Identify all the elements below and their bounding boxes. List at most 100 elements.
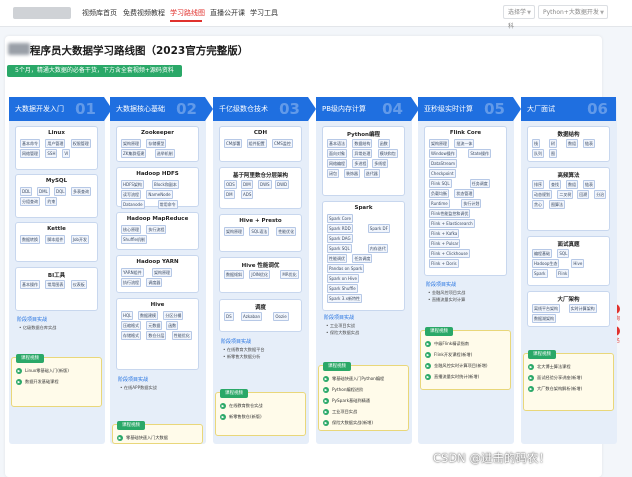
topic-tag[interactable]: 队列: [532, 149, 544, 158]
topic-tag[interactable]: 函数: [377, 139, 390, 148]
topic-tag[interactable]: 负载均衡: [429, 189, 449, 198]
topic-tag[interactable]: Flink: [556, 269, 570, 278]
topic-tag[interactable]: 基本语法: [327, 139, 347, 148]
topic-tag[interactable]: 架构原理: [121, 139, 141, 148]
topic-tag[interactable]: DWS: [258, 180, 272, 189]
topic-tag[interactable]: 网络管理: [20, 149, 40, 158]
topic-tag[interactable]: 分区分桶: [163, 311, 184, 320]
topic-tag[interactable]: 存储格式: [121, 331, 141, 340]
topic-tag[interactable]: SSH: [45, 149, 58, 158]
topic-tag[interactable]: 图: [549, 149, 557, 158]
topic-tag[interactable]: 多表查询: [71, 187, 91, 196]
topic-tag[interactable]: 二叉树: [557, 190, 574, 199]
course-item[interactable]: ▶ 零基础快速入门Python编程: [323, 376, 384, 382]
topic-tag[interactable]: 数据转换: [20, 235, 40, 244]
project-item[interactable]: 直播流量实时计算: [428, 297, 466, 303]
topic-tag[interactable]: 压缩格式: [121, 321, 141, 330]
project-item[interactable]: 新零售大数据分析: [223, 354, 261, 360]
topic-tag[interactable]: DML: [37, 187, 50, 196]
topic-tag[interactable]: 查找: [549, 180, 561, 189]
topic-tag[interactable]: 组件配置: [246, 139, 267, 148]
topic-tag[interactable]: 装饰器: [344, 169, 360, 178]
topic-tag[interactable]: DS: [224, 312, 234, 321]
topic-tag[interactable]: 数组: [566, 139, 578, 148]
topic-tag[interactable]: Spark DAG: [327, 234, 353, 243]
topic-tag[interactable]: 动态规划: [532, 190, 552, 199]
course-item[interactable]: ▶ 零基础快速入门大数据: [117, 435, 168, 441]
topic-tag[interactable]: 存储模型: [146, 139, 167, 148]
nav-video-home[interactable]: 视频库首页: [82, 8, 117, 18]
topic-tag[interactable]: YARN组件: [121, 268, 144, 277]
nav-live-classes[interactable]: 直播公开课: [210, 8, 245, 18]
topic-tag[interactable]: 约束: [45, 197, 58, 206]
topic-tag[interactable]: Azkaban: [241, 312, 263, 321]
topic-tag[interactable]: 离线平台架构: [532, 304, 560, 313]
topic-tag[interactable]: 执行流程: [121, 278, 141, 287]
topic-tag[interactable]: Hadoop生态: [532, 259, 560, 268]
topic-tag[interactable]: 链表: [583, 180, 595, 189]
project-item[interactable]: 工业项目实战: [326, 323, 355, 329]
course-item[interactable]: ▶ Python编程进阶: [323, 387, 363, 393]
topic-tag[interactable]: 架构原理: [224, 227, 244, 236]
topic-tag[interactable]: Spark SQL: [327, 244, 352, 253]
project-item[interactable]: 保险大数据实战: [326, 330, 359, 336]
topic-tag[interactable]: ZK集群搭建: [121, 149, 147, 158]
topic-tag[interactable]: Shuffle机制: [121, 235, 147, 244]
topic-tag[interactable]: 基本操作: [20, 280, 40, 289]
topic-tag[interactable]: Spark Shuffle: [327, 284, 358, 293]
topic-tag[interactable]: 权限管理: [70, 139, 91, 148]
topic-tag[interactable]: Pandas on Spark: [327, 264, 365, 273]
topic-tag[interactable]: NameNode: [146, 190, 173, 199]
course-item[interactable]: ▶ PySpark基础到精通: [323, 398, 370, 404]
course-item[interactable]: ▶ 工业项目实战: [323, 409, 357, 415]
topic-tag[interactable]: DQL: [54, 187, 67, 196]
site-logo[interactable]: [13, 7, 71, 19]
course-item[interactable]: ▶ 北大博士算法课程: [528, 364, 571, 370]
topic-tag[interactable]: 基本命令: [20, 139, 40, 148]
topic-tag[interactable]: Datanode: [121, 200, 145, 209]
topic-tag[interactable]: 任务调度: [469, 179, 490, 188]
topic-tag[interactable]: 排序: [532, 180, 544, 189]
course-item[interactable]: ▶ 面试经验分享讲座(新增): [528, 375, 582, 381]
topic-tag[interactable]: 性能优化: [171, 331, 192, 340]
topic-tag[interactable]: 链表: [583, 139, 595, 148]
topic-tag[interactable]: VI: [62, 149, 71, 158]
topic-tag[interactable]: 用户管理: [45, 139, 66, 148]
topic-tag[interactable]: Spark: [532, 269, 548, 278]
topic-tag[interactable]: 仪表板: [70, 280, 87, 289]
course-item[interactable]: ▶ 在线教育数仓实战: [220, 403, 263, 409]
topic-tag[interactable]: SQL语法: [249, 227, 270, 236]
topic-tag[interactable]: Spark Core: [327, 214, 354, 223]
course-item[interactable]: ▶ 大厂数仓架构解析(新增): [528, 386, 582, 392]
course-item[interactable]: ▶ 直播流量实时统计(新增): [425, 374, 479, 380]
course-item[interactable]: ▶ 中级Flink精读指南: [425, 341, 469, 347]
course-item[interactable]: ▶ Linux零基础入门(新版): [16, 368, 69, 374]
topic-tag[interactable]: Job开发: [70, 235, 89, 244]
topic-tag[interactable]: 模块和包: [377, 149, 398, 158]
nav-learning-tools[interactable]: 学习工具: [250, 8, 278, 18]
topic-tag[interactable]: DataStream: [429, 159, 458, 168]
project-item[interactable]: 在线APP数据实战: [120, 385, 157, 391]
topic-tag[interactable]: Spark DF: [367, 224, 390, 233]
topic-tag[interactable]: State操作: [468, 149, 491, 158]
topic-tag[interactable]: 核心原理: [121, 225, 141, 234]
topic-tag[interactable]: Spark on Hive: [327, 274, 359, 283]
course-item[interactable]: ▶ 数据开发基础课程: [16, 379, 59, 385]
topic-tag[interactable]: 数据湖架构: [532, 314, 556, 323]
topic-tag[interactable]: Flink + Doris: [429, 259, 459, 268]
topic-tag[interactable]: Flink + Clickhouse: [429, 249, 470, 258]
topic-tag[interactable]: DIM: [241, 180, 253, 189]
topic-tag[interactable]: Flink + Pulsar: [429, 239, 461, 248]
topic-tag[interactable]: Flink性能监控和调优: [429, 209, 471, 218]
topic-tag[interactable]: HDFS架构: [121, 180, 144, 189]
topic-tag[interactable]: 元数据: [146, 321, 163, 330]
topic-tag[interactable]: SQL: [557, 249, 570, 258]
topic-tag[interactable]: Oozie: [273, 312, 289, 321]
course-select[interactable]: Python+大数据开发 ▼: [538, 5, 608, 19]
topic-tag[interactable]: ADS: [241, 190, 254, 199]
topic-tag[interactable]: 脚本组件: [45, 235, 66, 244]
topic-tag[interactable]: 分治: [594, 190, 607, 199]
nav-free-tutorials[interactable]: 免费视频教程: [123, 8, 165, 18]
topic-tag[interactable]: 调度器: [146, 278, 163, 287]
topic-tag[interactable]: 架构原理: [152, 268, 172, 277]
